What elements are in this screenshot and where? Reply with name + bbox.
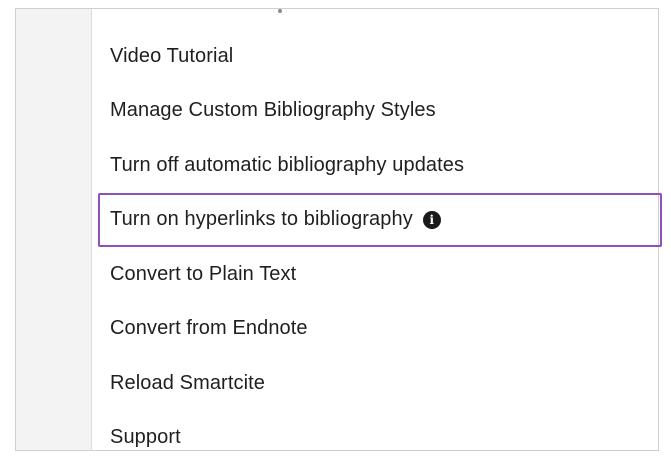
menu-item-manage-custom-bibliography-styles[interactable]: Manage Custom Bibliography Styles — [98, 84, 658, 139]
menu-item-label: Reload Smartcite — [110, 372, 265, 395]
menu-item-video-tutorial[interactable]: Video Tutorial — [98, 29, 658, 84]
menu-item-label: Convert to Plain Text — [110, 263, 296, 286]
menu-panel: Video Tutorial Manage Custom Bibliograph… — [15, 8, 659, 451]
menu-item-label: Turn on hyperlinks to bibliography — [110, 208, 413, 231]
dropdown-caret-icon — [278, 9, 282, 13]
menu-item-turn-off-automatic-updates[interactable]: Turn off automatic bibliography updates — [98, 138, 658, 193]
dropdown-menu: Video Tutorial Manage Custom Bibliograph… — [98, 29, 658, 465]
menu-item-turn-on-hyperlinks[interactable]: Turn on hyperlinks to bibliography i — [98, 193, 662, 248]
menu-item-reload-smartcite[interactable]: Reload Smartcite — [98, 356, 658, 411]
menu-item-label: Convert from Endnote — [110, 317, 308, 340]
menu-item-convert-from-endnote[interactable]: Convert from Endnote — [98, 302, 658, 357]
menu-item-label: Turn off automatic bibliography updates — [110, 154, 464, 177]
info-icon[interactable]: i — [423, 211, 441, 229]
menu-item-label: Video Tutorial — [110, 45, 233, 68]
menu-item-label: Support — [110, 426, 181, 449]
menu-item-label: Manage Custom Bibliography Styles — [110, 99, 436, 122]
menu-item-convert-to-plain-text[interactable]: Convert to Plain Text — [98, 247, 658, 302]
left-gutter — [16, 9, 92, 450]
